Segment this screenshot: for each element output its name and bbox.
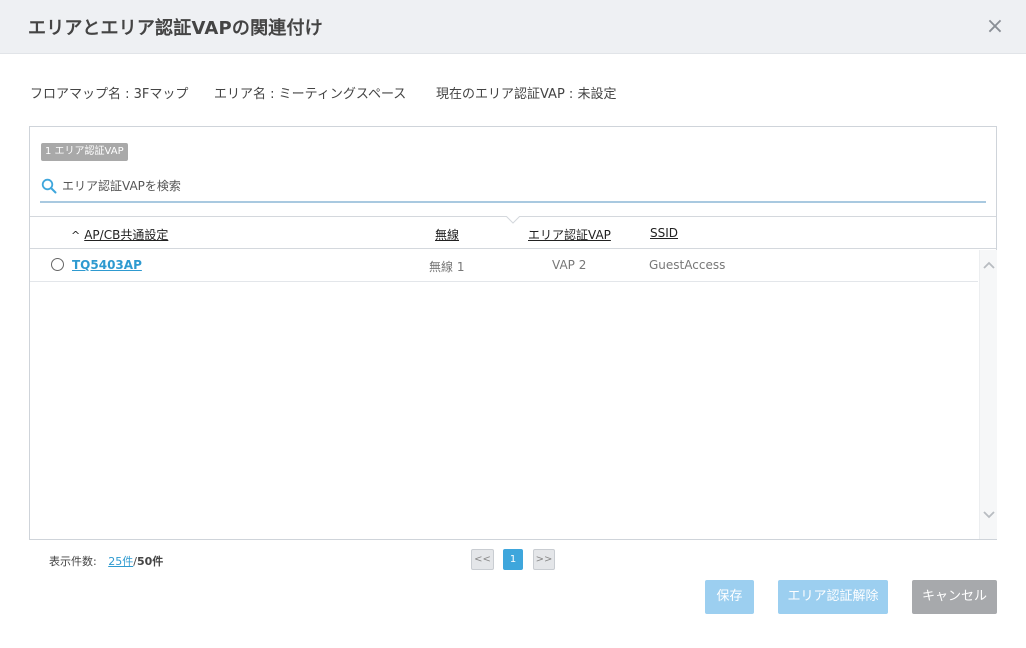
current-area-vap: 現在のエリア認証VAP : 未設定 (436, 87, 617, 102)
pager-prev-button[interactable]: << (471, 549, 494, 570)
per-page-link[interactable]: 25件 (108, 555, 133, 568)
search-box (40, 175, 986, 203)
sort-asc-icon: ^ (71, 229, 81, 242)
pager-page-1[interactable]: 1 (503, 549, 523, 570)
total-count: 50件 (136, 555, 164, 568)
column-header-radio[interactable]: 無線 (435, 226, 459, 243)
ap-name-link[interactable]: TQ5403AP (72, 258, 142, 272)
table-scrollbar[interactable] (979, 250, 997, 539)
column-header-area-vap[interactable]: エリア認証VAP (528, 226, 611, 243)
column-header-ap-cb-label: AP/CB共通設定 (84, 228, 169, 242)
search-icon (41, 178, 57, 194)
dialog-title: エリアとエリア認証VAPの関連付け (28, 18, 323, 39)
floormap-name: フロアマップ名 : 3Fマップ (30, 87, 189, 102)
release-area-auth-button[interactable]: エリア認証解除 (778, 580, 888, 614)
table-row[interactable]: TQ5403AP 無線 1 VAP 2 GuestAccess (30, 250, 978, 282)
vap-cell: VAP 2 (552, 258, 587, 272)
chevron-down-icon[interactable] (982, 508, 996, 522)
column-header-ap-cb[interactable]: ^ AP/CB共通設定 (71, 226, 168, 243)
page-size-label: 表示件数: (49, 555, 97, 568)
pager-next-button[interactable]: >> (533, 549, 555, 570)
chevron-up-icon[interactable] (982, 258, 996, 272)
table-header: ^ AP/CB共通設定 無線 エリア認証VAP SSID (30, 216, 996, 249)
radio-cell: 無線 1 (429, 260, 465, 274)
cancel-button[interactable]: キャンセル (912, 580, 997, 614)
column-header-ssid[interactable]: SSID (650, 226, 678, 240)
row-select-radio[interactable] (51, 258, 64, 271)
search-input[interactable] (62, 176, 962, 196)
save-button[interactable]: 保存 (705, 580, 754, 614)
vap-count-badge: 1 エリア認証VAP (41, 143, 128, 161)
ssid-cell: GuestAccess (649, 258, 726, 272)
area-name: エリア名 : ミーティングスペース (214, 87, 407, 102)
vap-list-panel: 1 エリア認証VAP ^AP/CB共通設定 無線 エリア認証VAP SSID T… (29, 126, 997, 540)
dialog-header: エリアとエリア認証VAPの関連付け × (0, 0, 1026, 54)
close-icon[interactable]: × (984, 16, 1006, 39)
header-notch (506, 216, 520, 224)
page-size-info: 表示件数: 25件/50件 (49, 553, 163, 569)
